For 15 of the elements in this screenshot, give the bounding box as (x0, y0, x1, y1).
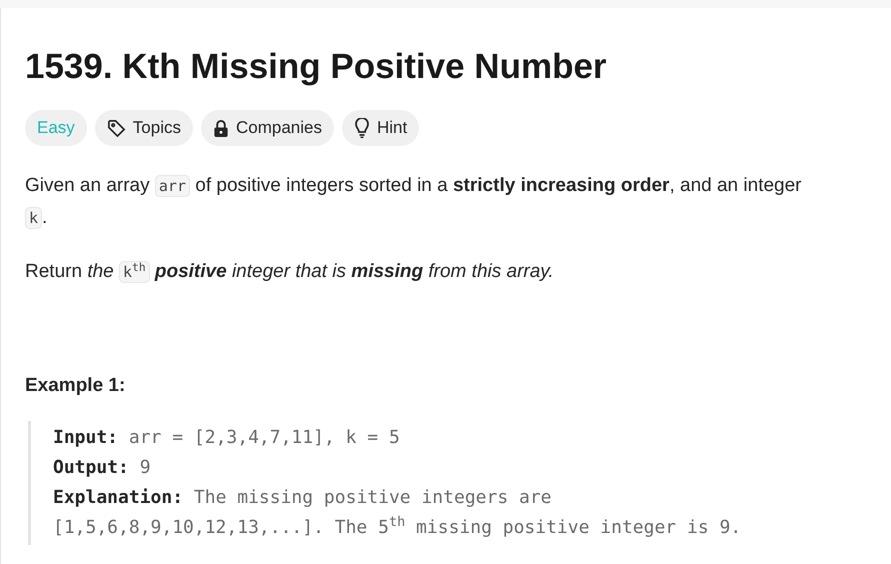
problem-title: 1539. Kth Missing Positive Number (25, 46, 608, 88)
hint-button[interactable]: Hint (342, 110, 420, 146)
example-line: [1,5,6,8,9,10,12,13,...]. The 5$^{th}$ missing positive integer is 9. (53, 512, 742, 540)
example-line: Output: 9 (53, 456, 152, 480)
lightbulb-icon (354, 118, 370, 138)
difficulty-label: Easy (25, 110, 87, 146)
description-paragraph: Return the k$^{th}$ positive integer that is missing from this array. (25, 260, 555, 285)
example-heading: Example 1: (25, 374, 126, 398)
description-paragraph: Given an array arr of positive integers sorted in a strictly increasing order, and an integer k . (25, 174, 802, 231)
tag-icon (106, 118, 126, 138)
companies-button[interactable]: Companies (200, 110, 334, 146)
lock-icon (212, 120, 229, 136)
example-line: Input: arr = [2,3,4,7,11], k = 5 (53, 426, 401, 450)
topics-button[interactable]: Topics (94, 110, 193, 146)
example-line: Explanation: The missing positive integers are (53, 486, 553, 510)
